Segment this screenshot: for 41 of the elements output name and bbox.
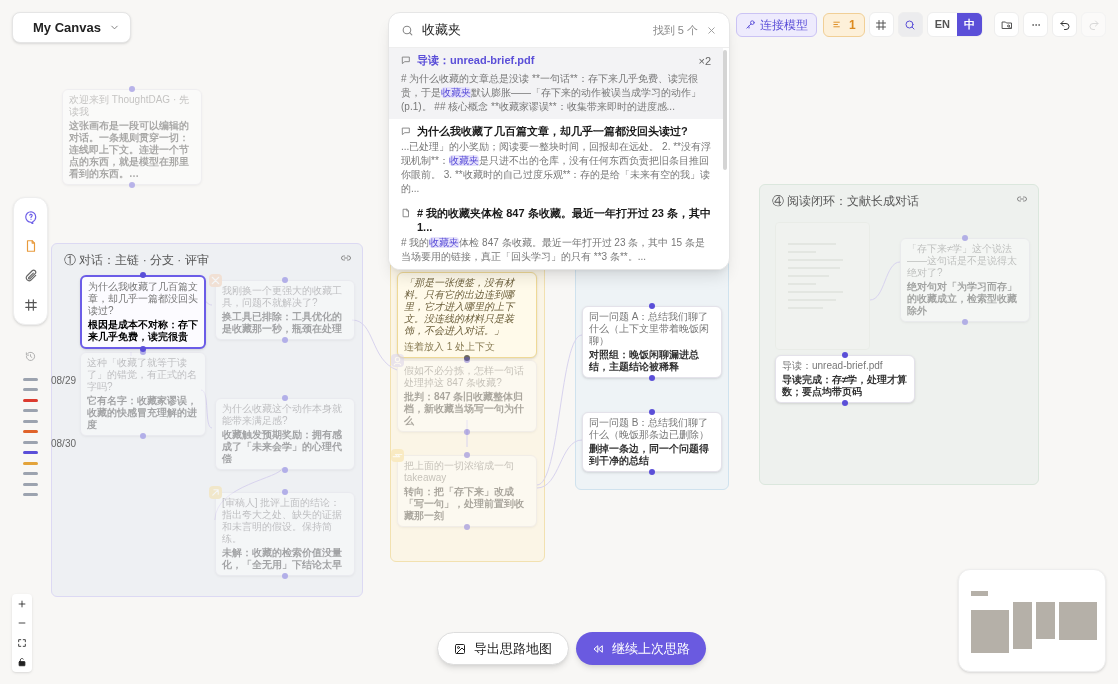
result-count: 找到 5 个: [652, 22, 698, 38]
search-result[interactable]: 导读：unread-brief.pdf ×2 # 为什么收藏的文章总是没读 **一句话**：存下来几乎免费、读完很贵，于是收藏夹默认膨胀——「存下来的动作被误当成学习的动作」 (p.1)。 ## 核心概念 **收藏家谬误**：收集带来即时的进度感...: [389, 48, 723, 119]
node-text: 批判：847 条旧收藏整体归档，新收藏当场写一句为什么: [404, 391, 525, 427]
node-text: 绝对句对「为学习而存」的收藏成立，检索型收藏除外: [907, 281, 1018, 317]
note-card[interactable]: 「那是一张便签，没有材料。只有它的出边连到哪里，它才进入哪里的上下文。没连线的材料只是装饰，不会进入对话。」 连着放入 1 处上下文: [397, 272, 537, 358]
node-caption: 为什么我收藏了几百篇文章，却几乎一篇都没回头读过?: [88, 281, 198, 317]
continue-button[interactable]: 继续上次思路: [576, 632, 706, 665]
language-option[interactable]: EN: [927, 13, 957, 36]
node-card[interactable]: 同一问题 B：总结我们聊了什么（晚饭那条边已删除） 删掉一条边，同一个问题得到干净的总结: [582, 412, 722, 472]
node-text: 收藏触发预期奖励：拥有感成了「未来会学」的心理代偿: [222, 429, 343, 465]
result-snippet: ...已处理」的小奖励；阅读要一整块时间，回报却在远处。 2. **没有浮现机制**：收藏夹是只进不出的仓库，没有任何东西负责把旧条目推回 你眼前。 3. **收藏时的自己过度乐观**：存的是给「未来有空的我」读的...: [401, 139, 711, 196]
timeline-date: 08/29: [51, 374, 77, 388]
node-text: 删掉一条边，同一个问题得到干净的总结: [589, 443, 710, 467]
canvas-menu-button[interactable]: My Canvas: [12, 12, 131, 43]
result-title: 导读：unread-brief.pdf: [417, 53, 535, 67]
match-count: ×2: [698, 54, 711, 69]
result-snippet: # 为什么收藏的文章总是没读 **一句话**：存下来几乎免费、读完很贵，于是收藏夹默认膨胀——「存下来的动作被误当成学习的动作」 (p.1)。 ## 核心概念 **收藏家谬误**：收集带来即时的进度感...: [401, 71, 702, 114]
timeline-date: 08/30: [51, 436, 77, 451]
language-option[interactable]: 中: [957, 13, 982, 36]
node-text: 对照组：晚饭闲聊漏进总结，主题结论被稀释: [589, 349, 700, 373]
node-text: 它有名字：收藏家谬误，收藏的快感冒充理解的进度: [87, 395, 198, 431]
result-title: # 我的收藏夹体检 847 条收藏。最近一年打开过 23 条，其中 1...: [417, 205, 711, 234]
group-title: ④ 阅读闭环：文献长成对话: [772, 193, 920, 210]
search-field[interactable]: 收藏夹: [422, 20, 645, 40]
node-text: 导读完成：存≠学，处理才算数；要点均带页码: [782, 374, 908, 398]
result-title: 为什么我收藏了几百篇文章，却几乎一篇都没回头读过?: [417, 123, 688, 138]
node-card[interactable]: 同一问题 A：总结我们聊了什么（上下文里带着晚饭闲聊） 对照组：晚饭闲聊漏进总结，主题结论被稀释: [582, 306, 722, 378]
group-title: ① 对话：主链 · 分支 · 评审: [64, 252, 209, 269]
node-card[interactable]: 为什么我收藏了几百篇文章，却几乎一篇都没回头读过? 根因是成本不对称：存下来几乎免费，读完很贵: [80, 275, 206, 349]
search-result[interactable]: # 我的收藏夹体检 847 条收藏。最近一年打开过 23 条，其中 1... # 我的收藏夹体检 847 条收藏。最近一年打开过 23 条，其中 15 条是当场要用的链接，真正「回头学习」的只有 **3 条**。...: [389, 200, 723, 269]
export-button[interactable]: 导出思路地图: [437, 632, 569, 665]
node-text: 根因是成本不对称：存下来几乎免费，读完很贵: [88, 319, 198, 343]
note-text: 「那是一张便签，没有材料。只有它的出边连到哪里，它才进入哪里的上下文。没连线的材料只是装饰，不会进入对话。」: [404, 277, 517, 337]
node-card[interactable]: 导读：unread-brief.pdf 导读完成：存≠学，处理才算数；要点均带页码: [775, 355, 915, 403]
note-footer: 连着放入 1 处上下文: [404, 341, 530, 353]
node-text: 未解：收藏的检索价值没量化，「全无用」下结论太早: [222, 547, 343, 571]
node-caption: 同一问题 A：总结我们聊了什么（上下文里带着晚饭闲聊）: [589, 311, 710, 347]
connect-model-button[interactable]: 连接模型: [736, 12, 818, 37]
node-caption: 同一问题 B：总结我们聊了什么（晚饭那条边已删除）: [589, 417, 710, 441]
node-caption: 导读：unread-brief.pdf: [782, 360, 884, 372]
result-snippet: # 我的收藏夹体检 847 条收藏。最近一年打开过 23 条，其中 15 条是当场要用的链接，真正「回头学习」的只有 **3 条**。...: [401, 235, 706, 264]
